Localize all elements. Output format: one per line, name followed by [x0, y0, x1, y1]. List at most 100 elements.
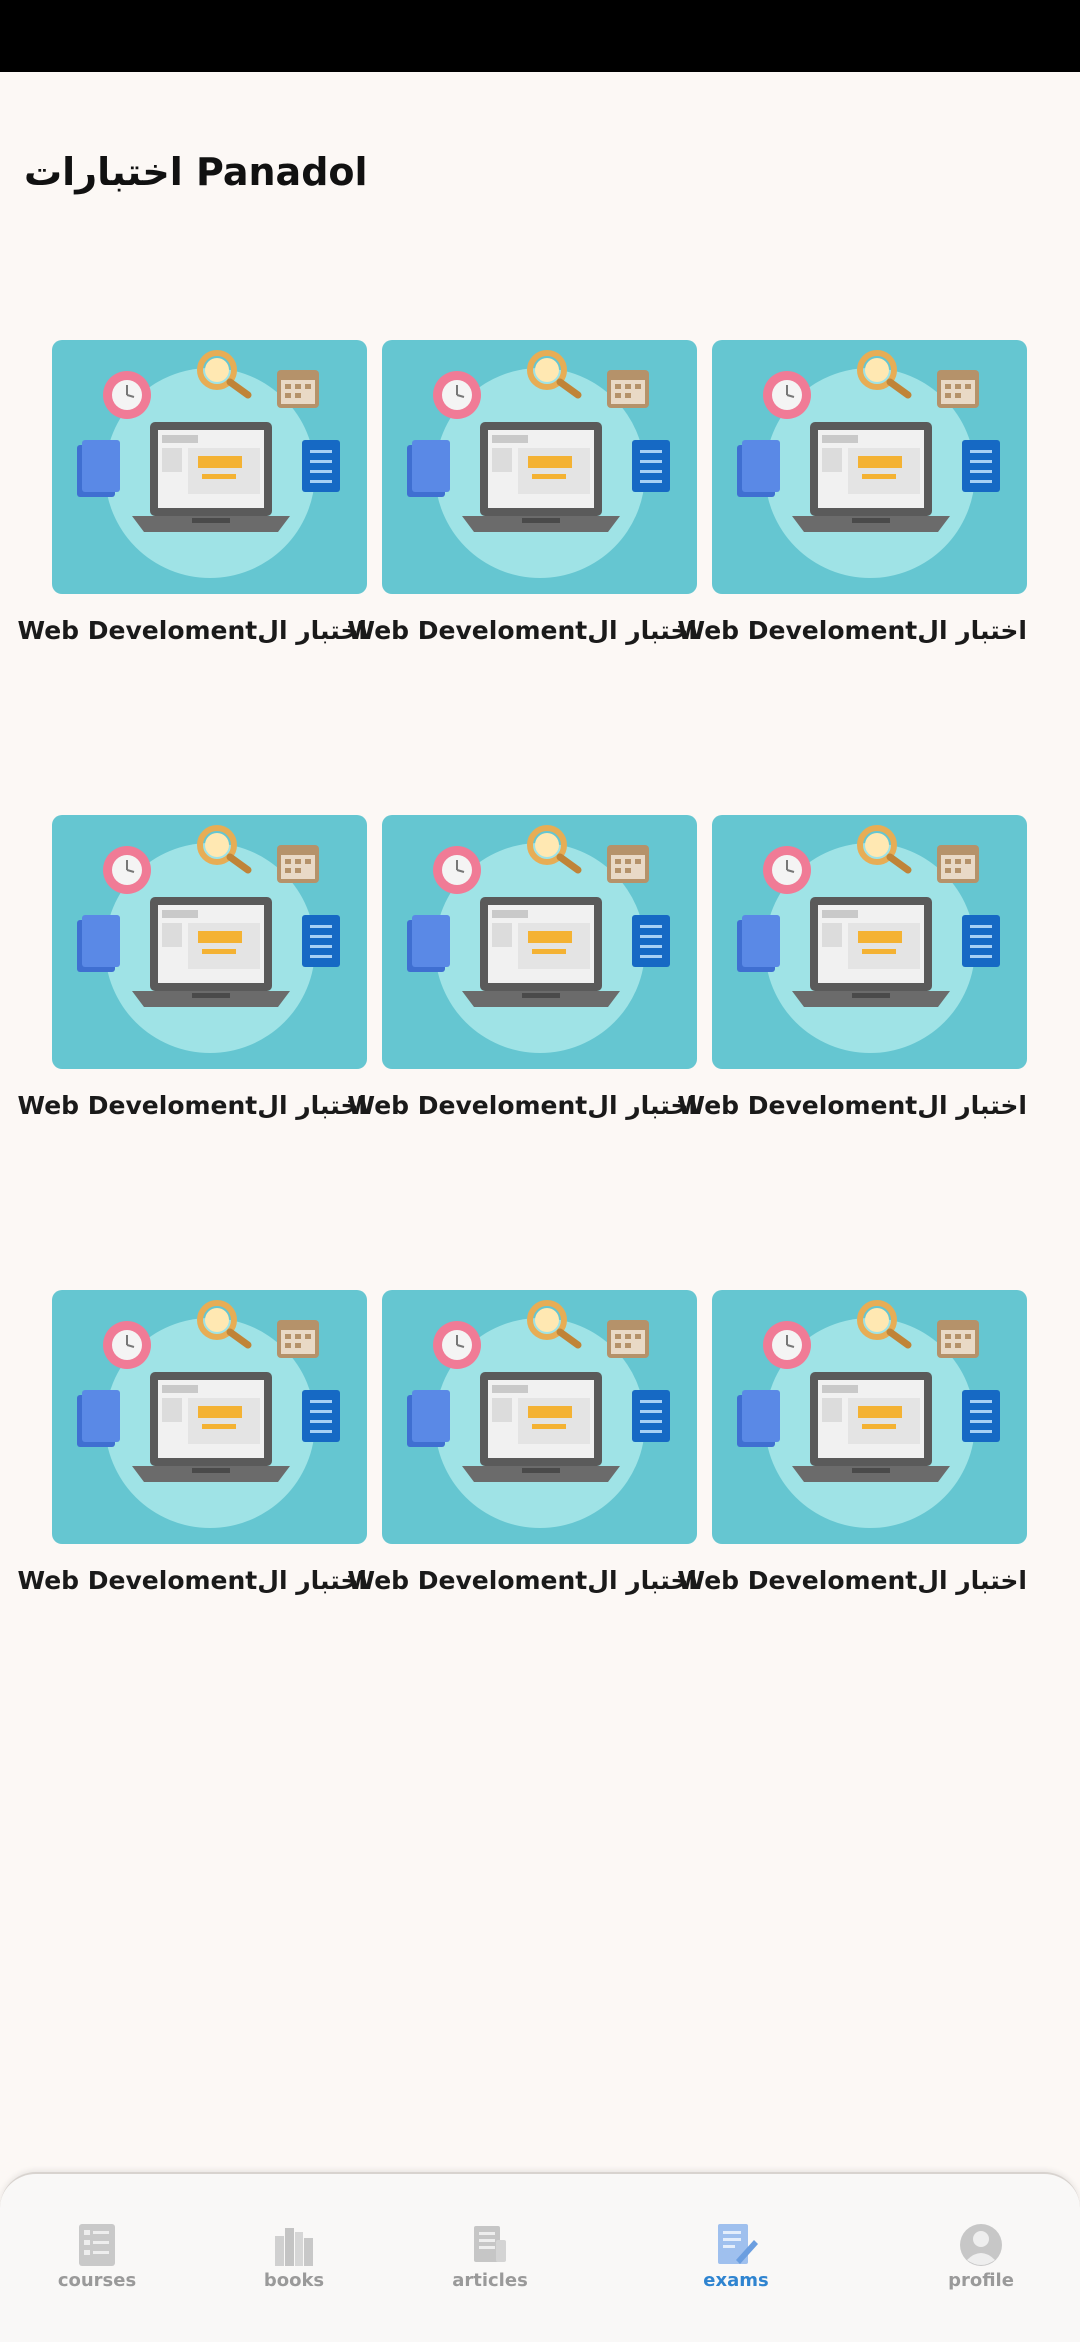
- nav-item-profile[interactable]: profile: [911, 2222, 1051, 2291]
- nav-item-exams[interactable]: exams: [666, 2222, 806, 2291]
- laptop-illustration: [407, 350, 670, 578]
- exam-row: اختبار الWeb Develoment اختبار الWeb Dev…: [17, 1290, 1028, 1765]
- clock-icon: [763, 1321, 811, 1369]
- exam-card[interactable]: اختبار الWeb Develoment: [677, 340, 1027, 815]
- exam-title: اختبار الWeb Develoment: [347, 1091, 697, 1120]
- calendar-icon: [277, 845, 319, 883]
- exam-card[interactable]: اختبار الWeb Develoment: [677, 815, 1027, 1290]
- exam-title: اختبار الWeb Develoment: [17, 1091, 367, 1120]
- laptop-icon: [132, 422, 290, 532]
- exam-card[interactable]: اختبار الWeb Develoment: [347, 1290, 697, 1765]
- book-left-icon: [737, 915, 780, 972]
- calendar-icon: [607, 845, 649, 883]
- book-left-icon: [77, 915, 120, 972]
- nav-label-profile: profile: [948, 2270, 1014, 2291]
- book-left-icon: [407, 915, 450, 972]
- bottom-nav: courses books articles exams profile: [0, 2172, 1080, 2342]
- exam-title: اختبار الWeb Develoment: [17, 1566, 367, 1595]
- exam-title: اختبار الWeb Develoment: [347, 616, 697, 645]
- exam-thumbnail: [712, 815, 1027, 1069]
- document-right-icon: [632, 915, 670, 967]
- exam-thumbnail: [382, 340, 697, 594]
- document-right-icon: [962, 915, 1000, 967]
- book-left-icon: [407, 1390, 450, 1447]
- laptop-illustration: [77, 1300, 340, 1528]
- nav-label-exams: exams: [703, 2270, 769, 2291]
- exam-row: اختبار الWeb Develoment اختبار الWeb Dev…: [17, 815, 1028, 1290]
- exam-title: اختبار الWeb Develoment: [17, 616, 367, 645]
- laptop-icon: [792, 422, 950, 532]
- exam-thumbnail: [382, 1290, 697, 1544]
- laptop-illustration: [407, 825, 670, 1053]
- book-left-icon: [407, 440, 450, 497]
- calendar-icon: [277, 1320, 319, 1358]
- book-left-icon: [737, 1390, 780, 1447]
- exam-thumbnail: [382, 815, 697, 1069]
- book-left-icon: [77, 440, 120, 497]
- exam-thumbnail: [52, 1290, 367, 1544]
- clock-icon: [103, 846, 151, 894]
- profile-icon: [960, 2224, 1002, 2266]
- exam-card[interactable]: اختبار الWeb Develoment: [17, 1290, 367, 1765]
- exam-card[interactable]: اختبار الWeb Develoment: [347, 815, 697, 1290]
- exam-card[interactable]: اختبار الWeb Develoment: [677, 1290, 1027, 1765]
- laptop-illustration: [737, 1300, 1000, 1528]
- nav-label-courses: courses: [57, 2270, 137, 2291]
- clock-icon: [433, 371, 481, 419]
- nav-item-articles[interactable]: articles: [420, 2222, 560, 2291]
- calendar-icon: [277, 370, 319, 408]
- articles-icon: [474, 2226, 506, 2262]
- laptop-icon: [792, 897, 950, 1007]
- nav-label-books: books: [263, 2270, 325, 2291]
- document-right-icon: [632, 1390, 670, 1442]
- exam-title: اختبار الWeb Develoment: [347, 1566, 697, 1595]
- calendar-icon: [607, 370, 649, 408]
- clock-icon: [103, 1321, 151, 1369]
- clock-icon: [103, 371, 151, 419]
- exam-card[interactable]: اختبار الWeb Develoment: [17, 340, 367, 815]
- laptop-icon: [132, 897, 290, 1007]
- clock-icon: [763, 846, 811, 894]
- exam-thumbnail: [52, 815, 367, 1069]
- exam-grid: اختبار الWeb Develoment اختبار الWeb Dev…: [17, 340, 1028, 1765]
- laptop-icon: [462, 897, 620, 1007]
- exam-title: اختبار الWeb Develoment: [677, 1566, 1027, 1595]
- document-right-icon: [302, 1390, 340, 1442]
- laptop-icon: [132, 1372, 290, 1482]
- document-right-icon: [962, 440, 1000, 492]
- exam-card[interactable]: اختبار الWeb Develoment: [17, 815, 367, 1290]
- document-right-icon: [302, 440, 340, 492]
- laptop-illustration: [737, 825, 1000, 1053]
- laptop-icon: [462, 422, 620, 532]
- clock-icon: [433, 846, 481, 894]
- book-left-icon: [77, 1390, 120, 1447]
- exams-icon: [718, 2224, 758, 2264]
- exam-title: اختبار الWeb Develoment: [677, 616, 1027, 645]
- nav-item-books[interactable]: books: [224, 2222, 364, 2291]
- document-right-icon: [302, 915, 340, 967]
- exam-thumbnail: [712, 340, 1027, 594]
- book-left-icon: [737, 440, 780, 497]
- exam-card[interactable]: اختبار الWeb Develoment: [347, 340, 697, 815]
- nav-label-articles: articles: [452, 2270, 528, 2291]
- exam-thumbnail: [52, 340, 367, 594]
- exam-title: اختبار الWeb Develoment: [677, 1091, 1027, 1120]
- document-right-icon: [632, 440, 670, 492]
- status-bar: [0, 0, 1080, 72]
- calendar-icon: [937, 370, 979, 408]
- calendar-icon: [607, 1320, 649, 1358]
- nav-item-courses[interactable]: courses: [27, 2222, 167, 2291]
- laptop-illustration: [407, 1300, 670, 1528]
- laptop-icon: [792, 1372, 950, 1482]
- laptop-icon: [462, 1372, 620, 1482]
- laptop-illustration: [77, 350, 340, 578]
- page-title: اختبارات Panadol: [24, 150, 368, 194]
- books-icon: [275, 2228, 313, 2266]
- clock-icon: [433, 1321, 481, 1369]
- exam-row: اختبار الWeb Develoment اختبار الWeb Dev…: [17, 340, 1028, 815]
- document-right-icon: [962, 1390, 1000, 1442]
- calendar-icon: [937, 1320, 979, 1358]
- courses-icon: [79, 2224, 115, 2266]
- clock-icon: [763, 371, 811, 419]
- exam-thumbnail: [712, 1290, 1027, 1544]
